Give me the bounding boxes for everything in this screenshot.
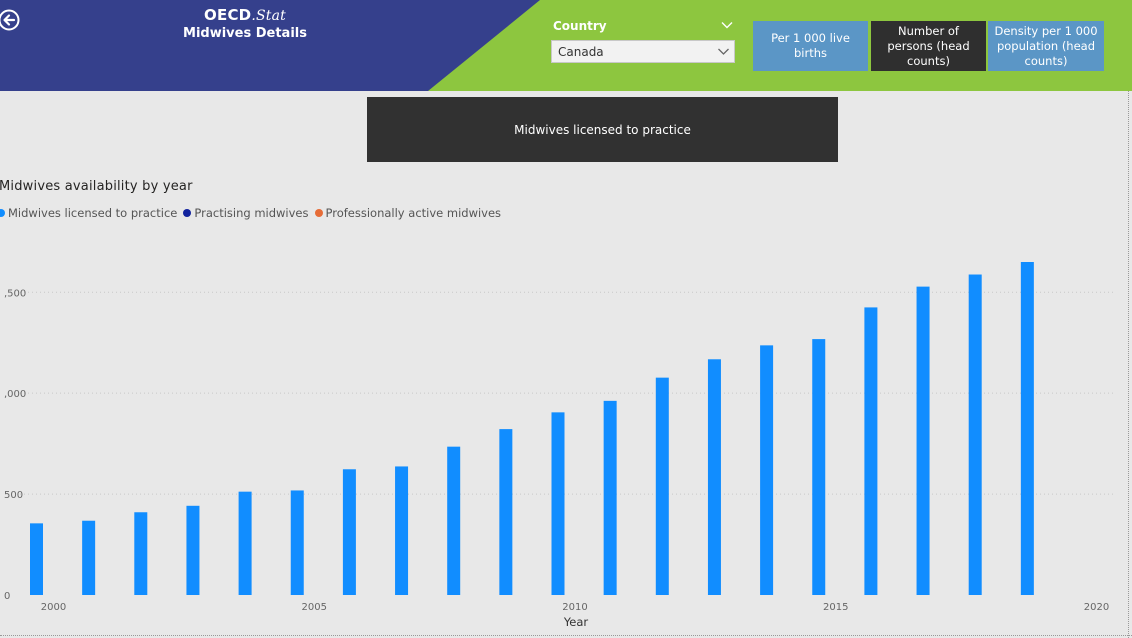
brand-name: OECD [204, 6, 252, 24]
chevron-down-icon[interactable] [720, 18, 734, 32]
chevron-down-icon [718, 48, 729, 55]
report-header: OECD.Stat Midwives Details Country Canad… [0, 0, 1132, 91]
legend-label: Practising midwives [194, 206, 309, 220]
toggle-label: Per 1 000 live births [771, 31, 850, 60]
bar[interactable] [238, 491, 252, 595]
back-button[interactable] [0, 8, 22, 32]
oecd-stat-logo: OECD.Stat [150, 6, 340, 24]
y-tick-label: ,500 [4, 288, 26, 299]
bar[interactable] [812, 339, 826, 595]
bar[interactable] [82, 520, 96, 595]
chart-legend: Midwives licensed to practice Practising… [0, 206, 507, 220]
bar[interactable] [342, 469, 356, 595]
brand-suffix: .Stat [251, 8, 286, 24]
visual-border-bottom [0, 635, 1132, 636]
bar[interactable] [707, 359, 721, 595]
legend-dot-icon [314, 209, 323, 217]
bar[interactable] [603, 400, 617, 595]
x-tick-label: 2015 [823, 602, 848, 613]
report-subtitle: Midwives Details [183, 26, 307, 41]
x-tick-label: 2000 [41, 602, 66, 613]
bar[interactable] [551, 412, 565, 595]
y-tick-label: ,000 [4, 389, 26, 400]
legend-label: Professionally active midwives [325, 206, 502, 220]
bar[interactable] [395, 466, 409, 595]
toggle-label: Density per 1 000 population (head count… [994, 23, 1098, 68]
bar[interactable] [916, 286, 930, 595]
toggle-density-per-1000-population[interactable]: Density per 1 000 population (head count… [988, 21, 1104, 71]
country-dropdown-value: Canada [558, 45, 604, 59]
toggle-label: Number of persons (head counts) [887, 23, 970, 68]
bar[interactable] [134, 512, 148, 595]
bar[interactable] [760, 345, 774, 595]
toggle-number-of-persons[interactable]: Number of persons (head counts) [871, 21, 986, 71]
legend-dot-icon [0, 209, 5, 217]
back-arrow-circle-icon [0, 9, 20, 31]
bar[interactable] [30, 523, 43, 595]
legend-item-practising[interactable]: Practising midwives [183, 206, 309, 220]
bar[interactable] [968, 274, 982, 595]
toggle-per-1000-live-births[interactable]: Per 1 000 live births [753, 21, 868, 71]
y-tick-label: 0 [4, 591, 10, 602]
legend-item-licensed[interactable]: Midwives licensed to practice [0, 206, 177, 220]
bar[interactable] [499, 429, 513, 595]
x-tick-label: 2005 [302, 602, 327, 613]
visual-border-right [1128, 91, 1129, 638]
legend-label: Midwives licensed to practice [8, 206, 178, 220]
bar[interactable] [655, 377, 669, 595]
legend-dot-icon [183, 209, 192, 217]
legend-item-professionally-active[interactable]: Professionally active midwives [314, 206, 502, 220]
bar[interactable] [864, 307, 878, 595]
country-dropdown[interactable]: Canada [551, 40, 735, 63]
country-filter-label: Country [553, 19, 607, 33]
x-tick-label: 2020 [1084, 602, 1109, 613]
bar[interactable] [290, 490, 304, 595]
x-axis-title: Year [563, 615, 589, 629]
bar-chart: 0 500 ,000 ,500 2000 2005 2010 2015 2020 Year [4, 262, 1115, 629]
bar[interactable] [447, 446, 461, 595]
x-tick-label: 2010 [562, 602, 587, 613]
brand-block: OECD.Stat Midwives Details [150, 6, 340, 41]
metric-card[interactable]: Midwives licensed to practice [367, 97, 838, 162]
bar[interactable] [186, 505, 200, 595]
chart-title: Midwives availability by year [0, 179, 193, 194]
metric-card-label: Midwives licensed to practice [514, 122, 691, 137]
y-tick-label: 500 [4, 490, 23, 501]
bar[interactable] [1020, 262, 1034, 595]
